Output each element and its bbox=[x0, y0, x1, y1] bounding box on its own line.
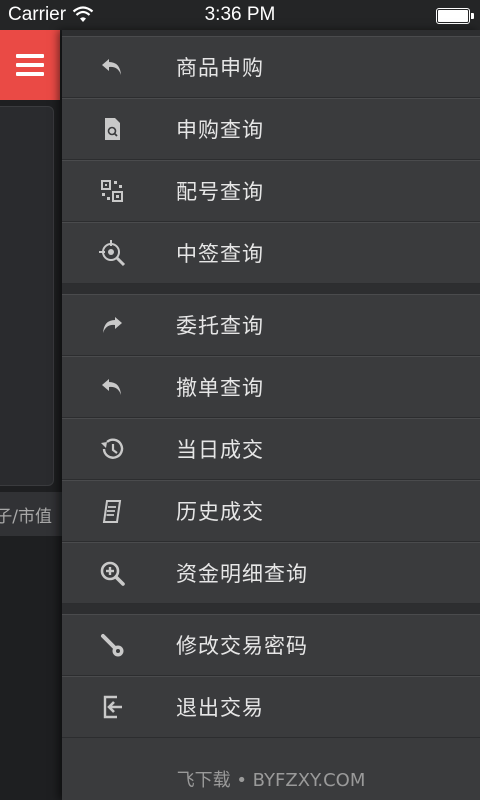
menu-item-label: 申购查询 bbox=[176, 118, 264, 142]
menu-item-label: 资金明细查询 bbox=[176, 562, 308, 586]
menu-item[interactable]: 撤单查询 bbox=[62, 356, 480, 418]
menu-item-label: 配号查询 bbox=[176, 180, 264, 204]
key-icon bbox=[96, 629, 128, 661]
qr-code-icon bbox=[96, 175, 128, 207]
menu-item-label: 退出交易 bbox=[176, 696, 264, 720]
battery-icon bbox=[436, 8, 470, 24]
menu-item-label: 历史成交 bbox=[176, 500, 264, 524]
menu-item-label: 委托查询 bbox=[176, 314, 264, 338]
menu-item-label: 修改交易密码 bbox=[176, 634, 308, 658]
zoom-in-icon bbox=[96, 557, 128, 589]
menu-item[interactable]: 当日成交 bbox=[62, 418, 480, 480]
menu-item-label: 商品申购 bbox=[176, 56, 264, 80]
forward-arrow-icon bbox=[96, 309, 128, 341]
hamburger-menu-button[interactable] bbox=[0, 30, 60, 100]
menu-item[interactable]: 中签查询 bbox=[62, 222, 480, 284]
menu-item[interactable]: 退出交易 bbox=[62, 676, 480, 738]
undo-arrow-icon bbox=[96, 371, 128, 403]
document-search-icon bbox=[96, 113, 128, 145]
menu-item-label: 中签查询 bbox=[176, 242, 264, 266]
background-column-label: 子/市值 bbox=[0, 507, 52, 527]
exit-icon bbox=[96, 691, 128, 723]
target-search-icon bbox=[96, 237, 128, 269]
hamburger-icon bbox=[16, 54, 44, 76]
menu-group-separator bbox=[62, 284, 480, 294]
reply-arrow-icon bbox=[96, 51, 128, 83]
receipt-icon bbox=[96, 495, 128, 527]
status-bar: Carrier 3:36 PM bbox=[0, 0, 480, 30]
menu-item[interactable]: 修改交易密码 bbox=[62, 614, 480, 676]
menu-item[interactable]: 配号查询 bbox=[62, 160, 480, 222]
background-strip: 子/市值 bbox=[0, 492, 62, 536]
menu-item[interactable]: 历史成交 bbox=[62, 480, 480, 542]
menu-item[interactable]: 商品申购 bbox=[62, 36, 480, 98]
menu-item[interactable]: 委托查询 bbox=[62, 294, 480, 356]
menu-item-label: 当日成交 bbox=[176, 438, 264, 462]
history-clock-icon bbox=[96, 433, 128, 465]
watermark: 飞下载 • BYFZXY.COM bbox=[176, 770, 366, 791]
menu-list: 商品申购申购查询配号查询中签查询委托查询撤单查询当日成交历史成交资金明细查询 修改… bbox=[62, 36, 480, 738]
clock: 3:36 PM bbox=[204, 4, 276, 25]
menu-item[interactable]: 资金明细查询 bbox=[62, 542, 480, 604]
menu-item-label: 撤单查询 bbox=[176, 376, 264, 400]
background-card bbox=[0, 106, 54, 486]
menu-group-separator bbox=[62, 604, 480, 614]
menu-item[interactable]: 申购查询 bbox=[62, 98, 480, 160]
side-drawer-menu: 商品申购申购查询配号查询中签查询委托查询撤单查询当日成交历史成交资金明细查询 修改… bbox=[62, 30, 480, 800]
